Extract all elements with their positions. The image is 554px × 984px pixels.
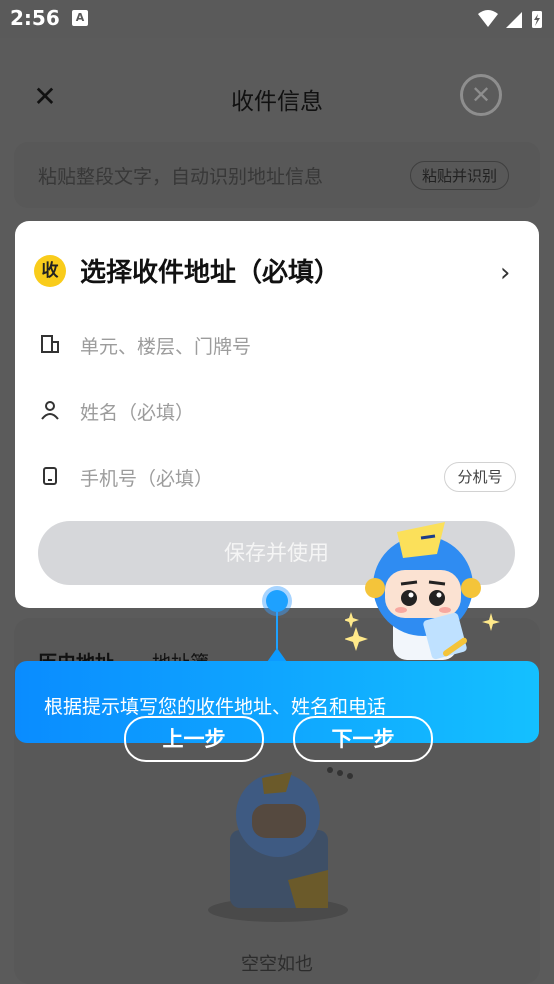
select-address-title[interactable]: 选择收件地址（必填） [80,252,340,289]
paste-recognize-button[interactable]: 粘贴并识别 [410,161,510,190]
tip-arrow [267,648,287,662]
signal-icon [506,12,522,28]
status-bar: 2:56 A [0,0,554,38]
receive-badge: 收 [34,255,66,287]
chevron-right-icon[interactable]: › [500,258,510,288]
extension-button[interactable]: 分机号 [444,462,516,492]
mascot-illustration [345,522,500,660]
wifi-icon [478,10,498,27]
phone-field[interactable]: 手机号（必填） [80,464,213,491]
close-icon[interactable]: ✕ [30,82,60,112]
status-time: 2:56 [10,6,60,30]
guide-tip-text: 根据提示填写您的收件地址、姓名和电话 [44,696,387,718]
person-icon [41,401,59,420]
name-field[interactable]: 姓名（必填） [80,398,194,425]
unit-field[interactable]: 单元、楼层、门牌号 [80,332,251,359]
building-icon [41,335,59,353]
empty-mascot-illustration [208,767,353,922]
empty-state-text: 空空如也 [241,954,313,975]
phone-icon [43,467,57,485]
paste-input[interactable]: 粘贴整段文字，自动识别地址信息 [38,162,323,189]
status-icons [478,10,542,28]
guide-connector-line [276,612,278,652]
guide-dot-icon [266,590,288,612]
notification-a-icon: A [72,10,88,26]
next-step-button[interactable]: 下一步 [293,716,433,762]
previous-step-button[interactable]: 上一步 [124,716,264,762]
circle-close-icon[interactable]: ✕ [460,74,502,116]
